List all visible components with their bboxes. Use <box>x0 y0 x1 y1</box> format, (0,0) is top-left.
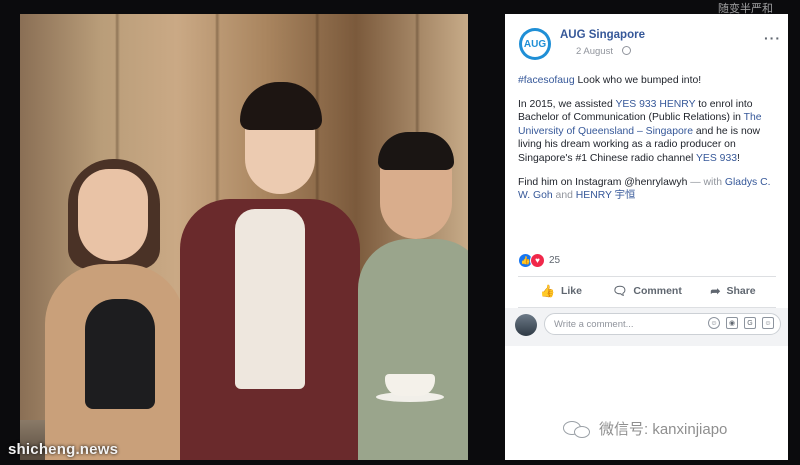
post-line-1: #facesofaug Look who we bumped into! <box>518 74 781 88</box>
post-line-1-text: Look who we bumped into! <box>574 75 702 86</box>
comment-button[interactable]: 🗨 Comment <box>604 277 690 305</box>
page-name-link[interactable]: AUG Singapore <box>560 29 645 41</box>
hashtag-link[interactable]: #facesofaug <box>518 75 575 86</box>
post-photo[interactable] <box>20 14 468 460</box>
share-arrow-icon: ➦ <box>710 284 721 298</box>
reaction-count: 25 <box>549 254 561 266</box>
like-button[interactable]: 👍 Like <box>518 277 604 305</box>
heart-icon: ♥ <box>530 252 545 268</box>
yes933-henry-link[interactable]: YES 933 HENRY <box>615 99 695 110</box>
camera-icon[interactable]: ◉ <box>726 317 738 329</box>
henry-link[interactable]: HENRY 宇恒 <box>576 190 636 201</box>
person-right-hair <box>378 132 454 170</box>
commenter-avatar <box>515 314 537 336</box>
reactions-summary[interactable]: 👍 ♥ 25 <box>518 252 561 268</box>
yes933-link[interactable]: YES 933 <box>696 153 737 164</box>
post-text-segment: ! <box>737 152 740 164</box>
emoji-icon[interactable]: ☺ <box>708 317 720 329</box>
comment-tools: ☺ ◉ G ☺ <box>708 317 774 329</box>
facebook-post-card: AUG AUG Singapore 2 August ··· #facesofa… <box>505 14 788 460</box>
like-label: Like <box>560 285 582 297</box>
speech-bubble-icon: 🗨 <box>612 284 628 298</box>
person-right-shirt <box>358 239 468 460</box>
gif-icon[interactable]: G <box>744 317 756 329</box>
post-body: #facesofaug Look who we bumped into! In … <box>518 74 781 213</box>
person-left-face <box>78 169 148 261</box>
post-paragraph-2: In 2015, we assisted YES 933 HENRY to en… <box>518 98 781 166</box>
post-with-text: — with <box>687 176 725 188</box>
post-paragraph-3: Find him on Instagram @henrylawyh — with… <box>518 176 781 203</box>
share-label: Share <box>726 285 756 297</box>
thumbs-up-icon: 👍 <box>540 284 555 298</box>
post-timestamp[interactable]: 2 August <box>576 46 613 57</box>
more-options-icon[interactable]: ··· <box>764 30 781 46</box>
wechat-icon <box>563 419 593 439</box>
post-text-segment: Find him on Instagram @henrylawyh <box>518 176 688 188</box>
person-middle-shirt <box>235 209 305 389</box>
post-actions-bar: 👍 Like 🗨 Comment ➦ Share <box>518 277 776 305</box>
globe-icon <box>622 46 631 55</box>
page-avatar[interactable]: AUG <box>519 28 551 60</box>
comment-placeholder: Write a comment... <box>554 319 634 330</box>
wechat-id-text: 微信号: kanxinjiapo <box>599 421 728 438</box>
post-text-segment: In 2015, we assisted <box>518 98 616 110</box>
post-and-text: and <box>552 190 576 202</box>
comment-input[interactable]: Write a comment... ☺ ◉ G ☺ <box>544 313 781 335</box>
comment-composer: Write a comment... ☺ ◉ G ☺ <box>505 308 788 346</box>
person-left-top <box>85 299 155 409</box>
wechat-watermark: 微信号: kanxinjiapo <box>563 418 727 439</box>
sticker-icon[interactable]: ☺ <box>762 317 774 329</box>
teacup <box>385 374 435 396</box>
comment-label: Comment <box>633 285 682 297</box>
share-button[interactable]: ➦ Share <box>690 277 776 305</box>
watermark-shicheng: shicheng.news <box>8 441 119 458</box>
avatar-logo-text: AUG <box>522 31 548 57</box>
post-header: AUG AUG Singapore 2 August ··· <box>519 28 781 68</box>
